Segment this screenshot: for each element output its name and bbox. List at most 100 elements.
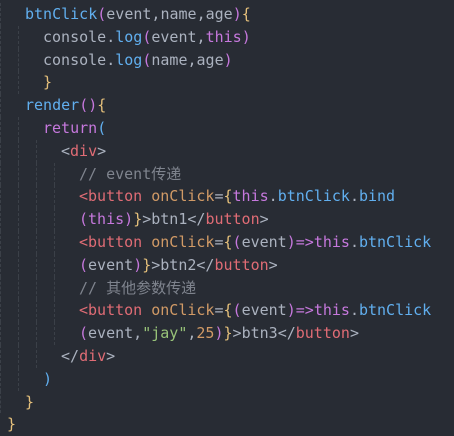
indent-guide — [54, 276, 55, 300]
code-token: btnClick — [358, 232, 432, 251]
code-token: log — [115, 27, 143, 46]
code-line: <button onClick={(event)=>this.btnClick — [0, 230, 454, 254]
code-token: event — [241, 232, 287, 251]
code-token: </ — [187, 210, 206, 229]
indent-guide — [18, 116, 19, 140]
code-text: </div> — [61, 345, 115, 368]
code-token: } — [223, 324, 233, 343]
code-token: { — [223, 187, 233, 206]
indent-guide — [36, 230, 37, 254]
indent-guide — [0, 253, 1, 277]
code-token: { — [241, 5, 251, 23]
code-token: onClick — [151, 301, 215, 320]
indent-guide — [18, 253, 19, 277]
indent-guide — [18, 344, 19, 368]
code-token: </ — [196, 255, 215, 274]
code-token: ) — [223, 50, 233, 69]
indent-guide — [36, 322, 37, 345]
code-line: } — [0, 390, 454, 414]
indent-guide — [0, 139, 1, 163]
code-text: (this)}>btn1</button> — [79, 208, 269, 231]
code-token: ) — [133, 255, 143, 274]
indent-guide — [18, 162, 19, 186]
code-text: } — [43, 71, 52, 94]
code-token: // event传递 — [79, 164, 182, 183]
indent-guide — [0, 299, 1, 323]
code-token: bind — [358, 187, 396, 206]
code-line: (this)}>btn1</button> — [0, 208, 454, 231]
code-token: button — [214, 255, 269, 274]
code-token: div — [70, 141, 98, 160]
indent-guide — [0, 48, 1, 72]
code-token: btnClick — [25, 5, 98, 23]
code-token: ) — [214, 324, 224, 343]
code-line: render(){ — [0, 94, 454, 117]
code-line: btnClick(event,name,age){ — [0, 3, 454, 26]
code-token: < — [61, 141, 71, 160]
code-token: () — [79, 96, 98, 115]
indent-guide — [18, 25, 19, 49]
indent-guide — [54, 322, 55, 345]
indent-guide — [36, 276, 37, 300]
code-token: = — [214, 301, 224, 320]
code-token: > — [349, 324, 359, 343]
code-text: return( — [43, 117, 106, 140]
code-token: = — [214, 232, 224, 251]
code-token: btn1 — [151, 210, 188, 229]
code-token: name,age — [151, 50, 224, 69]
code-token: btn2 — [160, 255, 197, 274]
indent-guide — [0, 3, 1, 26]
code-token: <button — [79, 187, 143, 206]
indent-guide — [0, 94, 1, 117]
code-token: > — [259, 210, 269, 229]
code-token: ( — [79, 255, 89, 274]
code-token: this — [232, 187, 269, 206]
indent-guide — [0, 230, 1, 254]
indent-guide — [0, 390, 1, 414]
indent-guide — [0, 25, 1, 49]
code-token: { — [223, 301, 233, 320]
indent-guide — [36, 162, 37, 186]
code-text: btnClick(event,name,age){ — [25, 3, 251, 26]
code-token: } — [133, 210, 143, 229]
indent-guide — [0, 322, 1, 345]
code-token: event,name,age — [106, 5, 233, 23]
code-token: div — [79, 346, 107, 365]
code-token: this — [88, 210, 125, 229]
code-line: (event)}>btn2</button> — [0, 253, 454, 277]
code-token: > — [97, 141, 107, 160]
indent-guide — [18, 71, 19, 95]
code-token: } — [142, 255, 152, 274]
indent-guide — [0, 367, 1, 391]
indent-guide — [0, 71, 1, 95]
code-token: btnClick — [358, 301, 432, 320]
indent-guide — [18, 185, 19, 209]
code-token: > — [232, 324, 242, 343]
code-token: ( — [232, 232, 242, 251]
code-text: console.log(event,this) — [43, 26, 251, 49]
code-token: => — [295, 301, 314, 320]
code-token: } — [7, 415, 17, 434]
code-token: { — [223, 232, 233, 251]
code-text: (event)}>btn2</button> — [79, 254, 278, 277]
code-token: this — [205, 27, 242, 46]
indent-guide — [0, 116, 1, 140]
code-token: console. — [43, 27, 116, 46]
indent-guide — [36, 253, 37, 277]
code-token: . — [349, 301, 359, 320]
code-text: <button onClick={(event)=>this.btnClick — [79, 231, 431, 254]
code-token: <button — [79, 301, 143, 320]
code-token: ( — [232, 301, 242, 320]
code-token: { — [97, 96, 107, 115]
code-text: (event,"jay",25)}>btn3</button> — [79, 322, 359, 345]
code-token: ( — [97, 5, 107, 23]
indent-guide — [0, 276, 1, 300]
code-token: btn3 — [241, 324, 278, 343]
code-line: console.log(name,age) — [0, 48, 454, 72]
code-token: ) — [124, 210, 134, 229]
code-editor[interactable]: btnClick(event,name,age){console.log(eve… — [0, 0, 454, 435]
code-token: log — [115, 50, 143, 69]
code-token: ) — [286, 301, 296, 320]
code-token: } — [25, 392, 35, 411]
